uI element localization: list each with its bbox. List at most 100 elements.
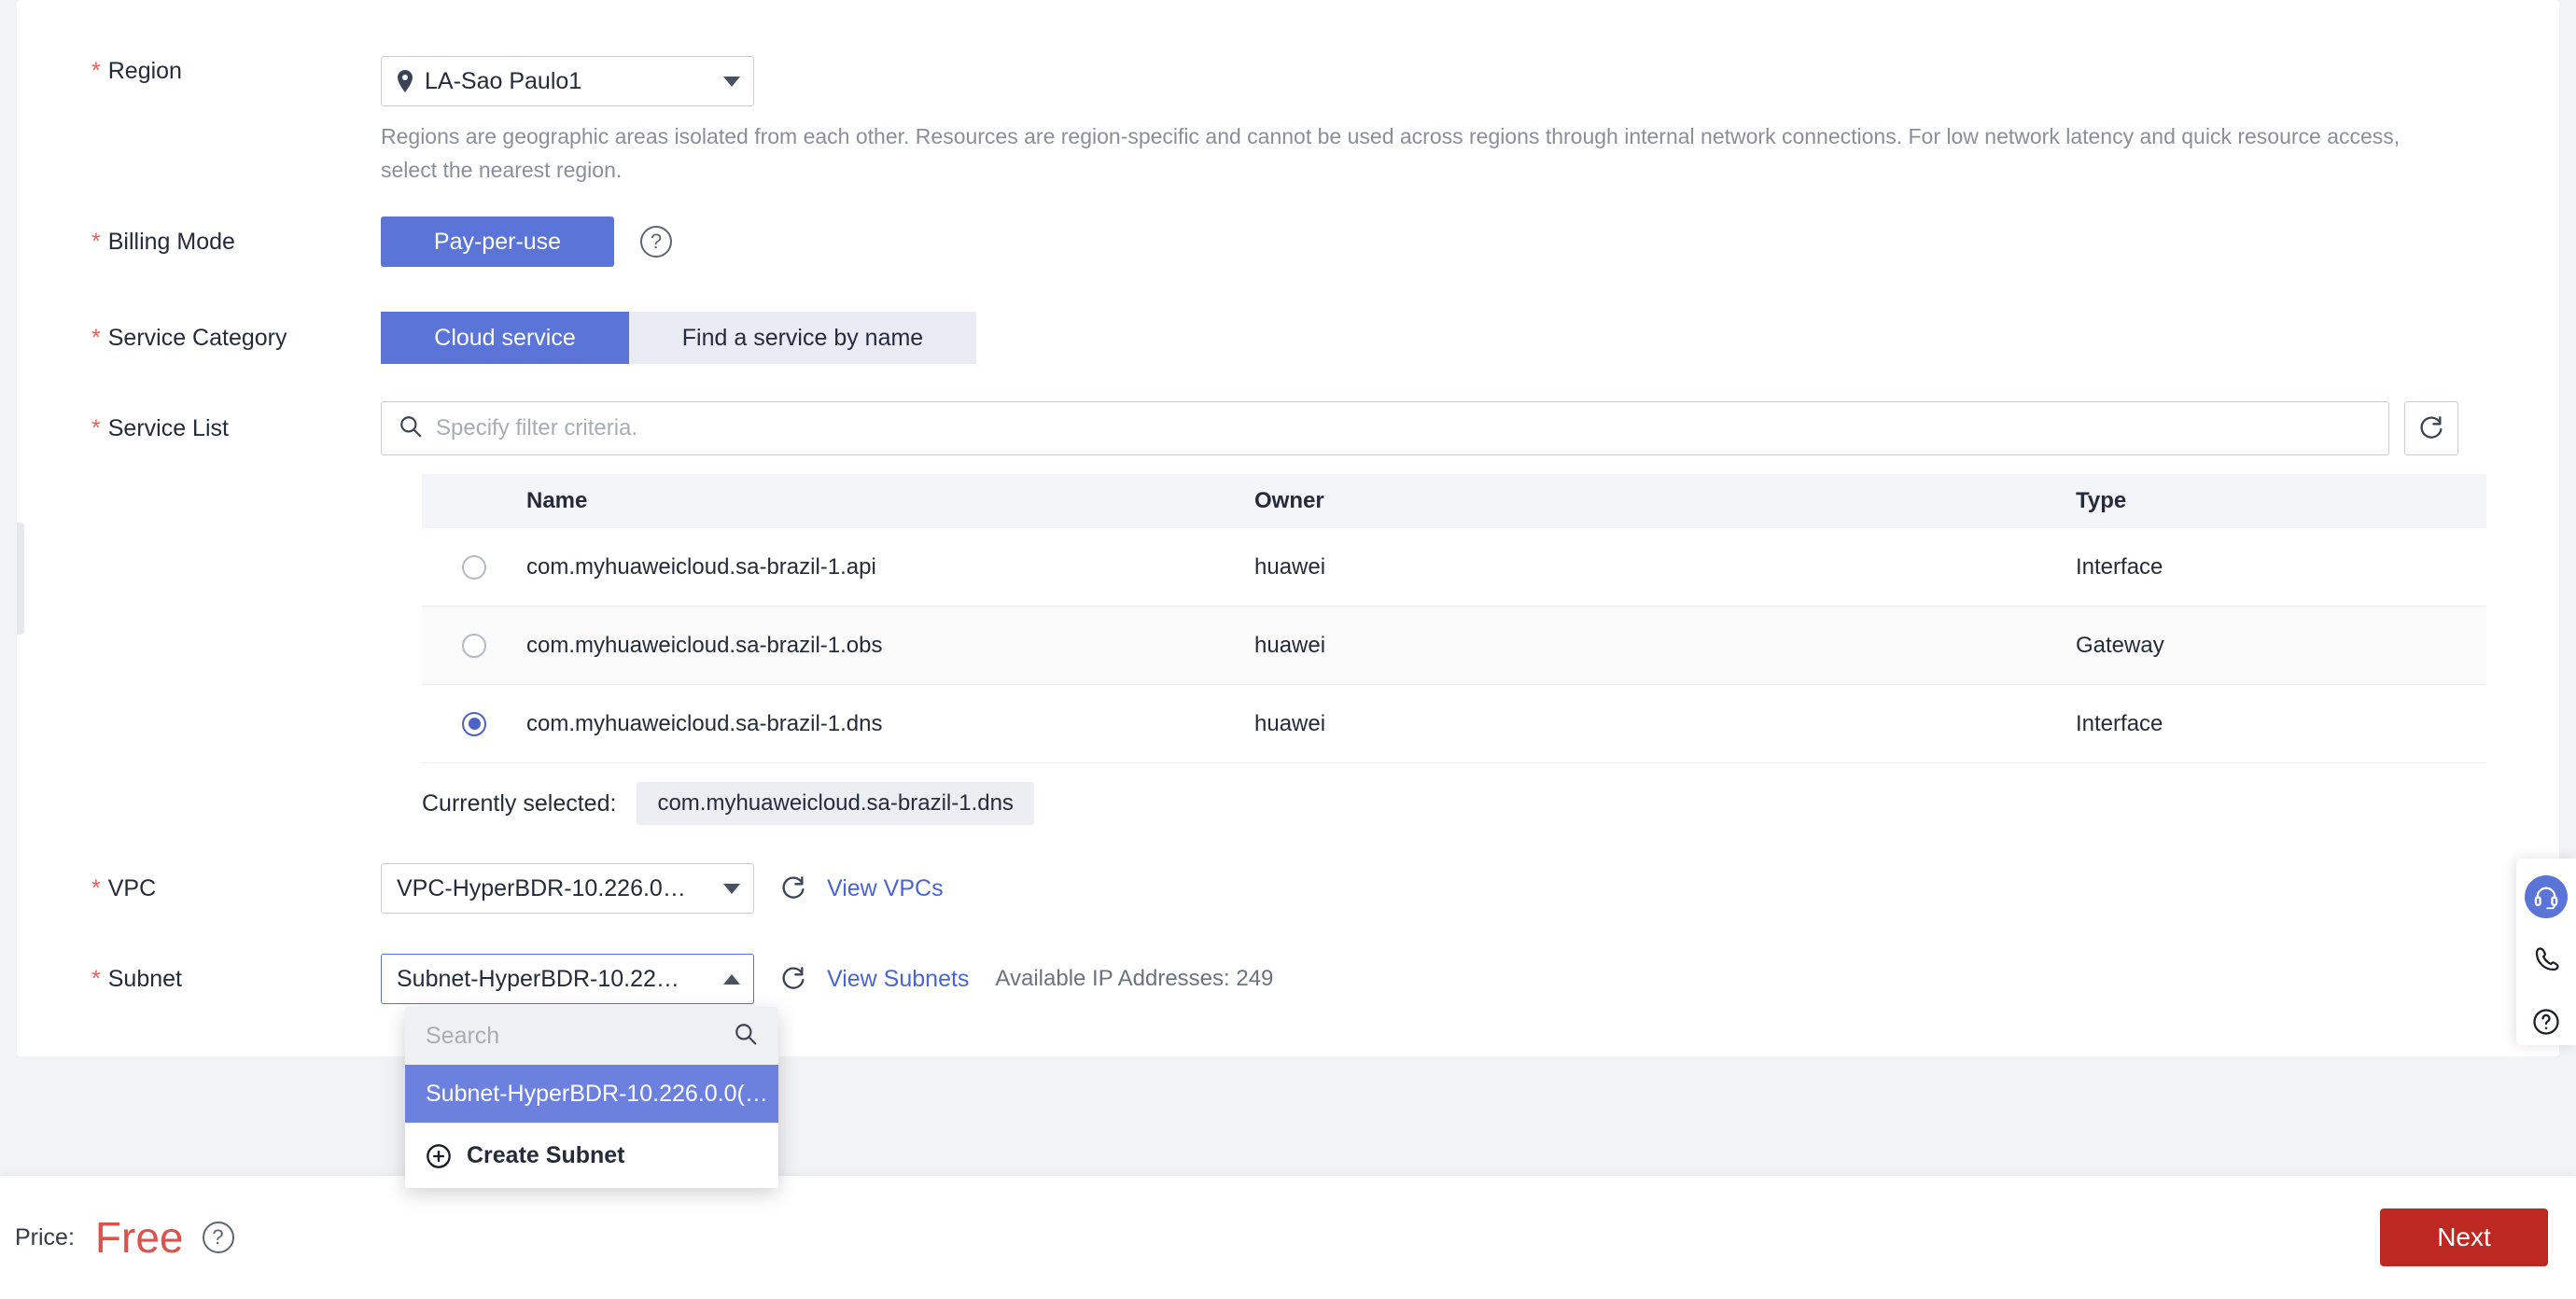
- required-star: *: [91, 229, 101, 255]
- subnet-select[interactable]: Subnet-HyperBDR-10.22…: [381, 954, 754, 1004]
- view-subnets-link[interactable]: View Subnets: [827, 966, 969, 993]
- subnet-label: * Subnet: [17, 964, 381, 994]
- cell-owner: huawei: [1254, 710, 1326, 736]
- row-radio-cell[interactable]: [422, 633, 526, 658]
- required-star: *: [91, 966, 101, 992]
- next-button[interactable]: Next: [2380, 1208, 2548, 1266]
- service-filter-input[interactable]: [436, 415, 2372, 441]
- table-header-row: Name Owner Type: [422, 474, 2486, 528]
- service-list-label-text: Service List: [107, 415, 229, 441]
- currently-selected-label: Currently selected:: [422, 789, 617, 817]
- headset-icon: [2534, 887, 2558, 910]
- service-category-segmented-control: Cloud service Find a service by name: [381, 312, 976, 364]
- vpc-label: * VPC: [17, 873, 381, 903]
- required-star: *: [91, 58, 101, 84]
- support-float-widget: [2516, 859, 2576, 1045]
- service-radio-dns[interactable]: [462, 711, 486, 736]
- row-radio-cell[interactable]: [422, 554, 526, 580]
- billing-mode-pay-per-use-button[interactable]: Pay-per-use: [381, 216, 614, 267]
- region-helper-row: Regions are geographic areas isolated fr…: [17, 119, 2415, 187]
- region-label: * Region: [17, 56, 381, 86]
- currently-selected-row: Currently selected: com.myhuaweicloud.sa…: [422, 782, 1034, 825]
- chevron-down-icon: [723, 883, 740, 894]
- form-row-vpc: * VPC VPC-HyperBDR-10.226.0… View VPCs: [17, 863, 944, 914]
- column-header-owner: Owner: [1254, 488, 1324, 513]
- cell-owner: huawei: [1254, 632, 1326, 658]
- service-category-label: * Service Category: [17, 323, 381, 353]
- table-row[interactable]: com.myhuaweicloud.sa-brazil-1.dns huawei…: [422, 685, 2486, 763]
- service-list-label: * Service List: [17, 413, 381, 443]
- form-row-billing-mode: * Billing Mode Pay-per-use ?: [17, 216, 672, 267]
- help-circle-icon: [2533, 1009, 2559, 1035]
- required-star: *: [91, 875, 101, 901]
- billing-mode-label-text: Billing Mode: [107, 229, 235, 255]
- left-rail-handle: [17, 523, 24, 635]
- cell-name: com.myhuaweicloud.sa-brazil-1.api: [526, 553, 876, 580]
- subnet-refresh-icon[interactable]: [780, 966, 806, 992]
- help-circle-icon[interactable]: ?: [640, 226, 672, 258]
- service-list-table: Name Owner Type com.myhuaweicloud.sa-bra…: [422, 474, 2486, 763]
- required-star: *: [91, 325, 101, 351]
- tab-cloud-service[interactable]: Cloud service: [381, 312, 629, 364]
- tab-find-service-label: Find a service by name: [681, 324, 924, 351]
- location-pin-icon: [397, 70, 413, 92]
- vpc-select-value: VPC-HyperBDR-10.226.0…: [397, 874, 686, 901]
- headset-icon-button[interactable]: [2525, 875, 2568, 918]
- service-category-label-text: Service Category: [107, 325, 287, 351]
- search-icon[interactable]: [734, 1022, 758, 1051]
- view-vpcs-link[interactable]: View VPCs: [827, 875, 944, 902]
- vpc-refresh-icon[interactable]: [780, 875, 806, 901]
- chevron-down-icon: [723, 76, 740, 87]
- vpc-label-text: VPC: [107, 875, 157, 901]
- cell-type: Interface: [2076, 710, 2163, 736]
- service-radio-api[interactable]: [462, 554, 486, 580]
- page-root: * Region LA-Sao Paulo1 Regions are geogra…: [0, 0, 2576, 1299]
- table-row[interactable]: com.myhuaweicloud.sa-brazil-1.obs huawei…: [422, 607, 2486, 685]
- region-helper-text: Regions are geographic areas isolated fr…: [381, 124, 2401, 182]
- create-subnet-label: Create Subnet: [467, 1142, 625, 1168]
- refresh-icon: [2420, 416, 2443, 439]
- required-star: *: [91, 415, 101, 441]
- form-row-service-list: * Service List: [17, 401, 2458, 455]
- form-row-region: * Region LA-Sao Paulo1: [17, 56, 754, 106]
- next-button-label: Next: [2437, 1222, 2491, 1251]
- price-label: Price:: [15, 1223, 75, 1250]
- form-row-service-category: * Service Category Cloud service Find a s…: [17, 312, 976, 364]
- billing-mode-option-label: Pay-per-use: [433, 228, 562, 255]
- column-header-name: Name: [526, 488, 588, 513]
- row-radio-cell[interactable]: [422, 711, 526, 736]
- form-row-subnet: * Subnet Subnet-HyperBDR-10.22… View Subn…: [17, 954, 1273, 1004]
- table-row[interactable]: com.myhuaweicloud.sa-brazil-1.api huawei…: [422, 528, 2486, 607]
- currently-selected-value: com.myhuaweicloud.sa-brazil-1.dns: [637, 782, 1034, 825]
- tab-find-a-service-by-name[interactable]: Find a service by name: [629, 312, 976, 364]
- vpc-select[interactable]: VPC-HyperBDR-10.226.0…: [381, 863, 754, 914]
- subnet-select-value: Subnet-HyperBDR-10.22…: [397, 965, 679, 992]
- subnet-dropdown-search-input[interactable]: [426, 1022, 734, 1050]
- subnet-label-text: Subnet: [107, 966, 182, 992]
- cell-owner: huawei: [1254, 553, 1326, 580]
- cell-name: com.myhuaweicloud.sa-brazil-1.obs: [526, 632, 883, 658]
- help-icon-button[interactable]: [2527, 1002, 2566, 1041]
- cell-type: Interface: [2076, 553, 2163, 580]
- phone-icon-button[interactable]: [2527, 941, 2566, 980]
- create-subnet-menu-item[interactable]: Create Subnet: [405, 1123, 778, 1188]
- region-label-text: Region: [107, 58, 182, 84]
- billing-mode-label: * Billing Mode: [17, 227, 381, 257]
- region-select[interactable]: LA-Sao Paulo1: [381, 56, 754, 106]
- price-value: Free: [94, 1213, 184, 1262]
- subnet-dropdown-option[interactable]: Subnet-HyperBDR-10.226.0.0(…: [405, 1065, 778, 1123]
- column-header-type: Type: [2076, 488, 2127, 513]
- service-list-refresh-button[interactable]: [2404, 401, 2458, 455]
- subnet-dropdown-panel: Subnet-HyperBDR-10.226.0.0(… Create Subn…: [405, 1007, 778, 1188]
- service-filter-searchbar[interactable]: [381, 401, 2389, 455]
- tab-cloud-service-label: Cloud service: [434, 324, 576, 351]
- cell-name: com.myhuaweicloud.sa-brazil-1.dns: [526, 710, 883, 736]
- form-card: * Region LA-Sao Paulo1 Regions are geogra…: [17, 0, 2559, 1056]
- subnet-dropdown-search[interactable]: [405, 1007, 778, 1065]
- cell-type: Gateway: [2076, 632, 2164, 658]
- available-ip-addresses-text: Available IP Addresses: 249: [995, 966, 1274, 991]
- price-help-icon[interactable]: ?: [202, 1222, 234, 1253]
- chevron-up-icon: [723, 973, 740, 985]
- service-radio-obs[interactable]: [462, 633, 486, 658]
